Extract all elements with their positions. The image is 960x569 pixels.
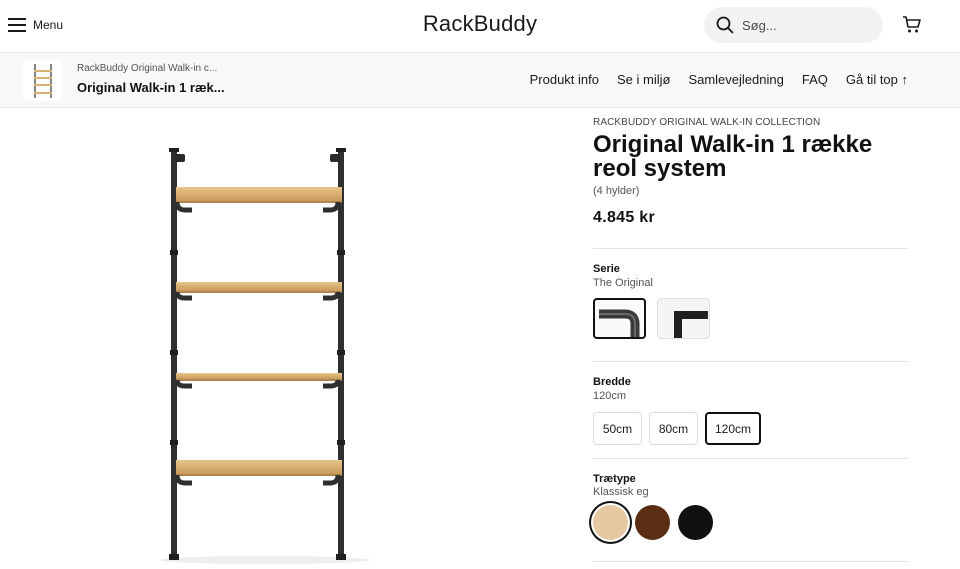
square-profile-icon xyxy=(674,311,708,338)
serie-label: Serie xyxy=(593,263,620,275)
subnav-links: Produkt info Se i miljø Samlevejledning … xyxy=(530,72,908,87)
the-original-pipe-icon xyxy=(599,309,640,337)
wood-swatch-black[interactable] xyxy=(678,505,713,540)
product-price: 4.845 kr xyxy=(593,209,656,226)
product-thumbnail xyxy=(23,60,62,101)
search-input[interactable] xyxy=(742,17,872,33)
size-option-50cm[interactable]: 50cm xyxy=(593,412,642,445)
subnav-link-produkt-info[interactable]: Produkt info xyxy=(530,72,599,87)
traetype-value: Klassisk eg xyxy=(593,486,649,498)
bredde-label: Bredde xyxy=(593,376,631,388)
subnav-link-samlevejledning[interactable]: Samlevejledning xyxy=(688,72,783,87)
traetype-label: Trætype xyxy=(593,473,636,485)
search-icon xyxy=(716,16,734,34)
serie-option-the-original[interactable] xyxy=(593,298,646,339)
site-header: Menu RackBuddy xyxy=(0,0,960,53)
subnav-link-faq[interactable]: FAQ xyxy=(802,72,828,87)
serie-option-square[interactable] xyxy=(657,298,710,339)
subnav-link-se-i-miljo[interactable]: Se i miljø xyxy=(617,72,670,87)
divider xyxy=(593,361,908,362)
size-option-80cm[interactable]: 80cm xyxy=(649,412,698,445)
divider xyxy=(593,458,908,459)
subnav-brand: RackBuddy Original Walk-in c... xyxy=(77,63,218,74)
product-subtitle: (4 hylder) xyxy=(593,185,640,197)
divider xyxy=(593,561,908,562)
divider xyxy=(593,248,908,249)
subnav-product-title: Original Walk-in 1 ræk... xyxy=(77,80,225,95)
product-image xyxy=(160,148,370,564)
collection-name: RACKBUDDY ORIGINAL WALK-IN COLLECTION xyxy=(593,117,821,128)
wood-swatch-dark[interactable] xyxy=(635,505,670,540)
size-option-120cm[interactable]: 120cm xyxy=(705,412,761,445)
product-title: Original Walk-in 1 række reol system xyxy=(593,131,873,182)
bredde-value: 120cm xyxy=(593,390,627,402)
serie-value: The Original xyxy=(593,277,653,289)
wood-swatch-klassisk-eg[interactable] xyxy=(593,505,628,540)
search-box[interactable] xyxy=(704,7,883,43)
subnav-link-back-to-top[interactable]: Gå til top ↑ xyxy=(846,72,908,87)
cart-icon[interactable] xyxy=(902,15,922,35)
product-subnav: RackBuddy Original Walk-in c... Original… xyxy=(0,54,960,108)
